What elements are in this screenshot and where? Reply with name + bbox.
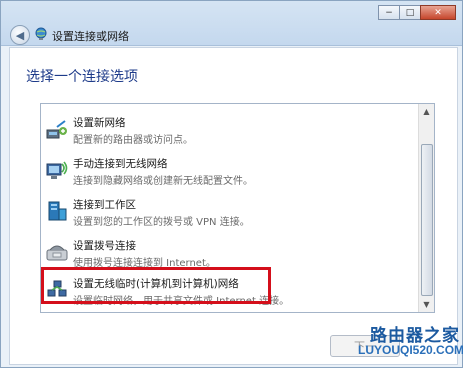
option-set-up-new-network[interactable]: 设置新网络 配置新的路由器或访问点。 <box>45 111 415 149</box>
back-button[interactable]: ◀ <box>10 25 30 45</box>
option-workplace[interactable]: 连接到工作区 设置到您的工作区的拨号或 VPN 连接。 <box>45 193 415 231</box>
workplace-icon <box>48 201 67 221</box>
maximize-button[interactable]: □ <box>399 5 421 20</box>
network-globe-icon <box>35 27 47 40</box>
page-heading: 选择一个连接选项 <box>26 69 138 85</box>
scroll-down-icon[interactable]: ▼ <box>419 297 434 312</box>
title-bar: − □ ✕ ◀ 设置连接或网络 <box>1 1 462 46</box>
option-title: 设置新网络 <box>73 117 126 129</box>
window-controls: − □ ✕ <box>378 5 456 20</box>
scroll-thumb[interactable] <box>421 144 433 296</box>
close-button[interactable]: ✕ <box>420 5 456 20</box>
dialup-icon <box>46 245 68 261</box>
scroll-up-icon[interactable]: ▲ <box>419 104 434 119</box>
watermark-url: LUYOUQI520.COM <box>358 343 463 357</box>
option-description: 配置新的路由器或访问点。 <box>73 135 193 146</box>
option-title: 连接到工作区 <box>73 199 136 211</box>
option-manual-wireless[interactable]: 手动连接到无线网络 连接到隐藏网络或创建新无线配置文件。 <box>45 152 415 190</box>
option-title: 手动连接到无线网络 <box>73 158 168 170</box>
option-description: 设置到您的工作区的拨号或 VPN 连接。 <box>73 217 250 228</box>
option-title: 设置拨号连接 <box>73 240 136 252</box>
selection-highlight-box <box>41 267 271 304</box>
option-description: 连接到隐藏网络或创建新无线配置文件。 <box>73 176 253 187</box>
list-scrollbar[interactable]: ▲ ▼ <box>418 104 434 312</box>
window-title: 设置连接或网络 <box>52 30 129 43</box>
minimize-button[interactable]: − <box>378 5 400 20</box>
wireless-manual-icon <box>46 161 68 179</box>
back-arrow-icon: ◀ <box>15 28 25 42</box>
network-setup-icon <box>46 120 67 139</box>
